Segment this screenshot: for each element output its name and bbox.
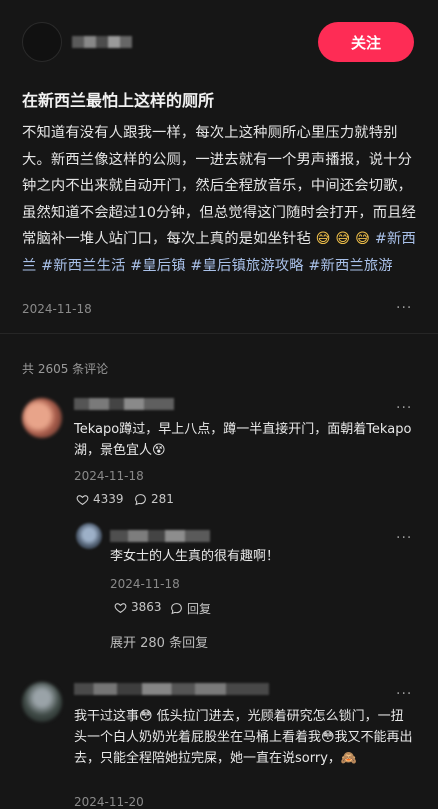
reply-avatar[interactable] <box>76 523 102 549</box>
comment-date: 2024-11-18 <box>74 469 144 483</box>
reply-more-icon[interactable]: ··· <box>396 530 412 546</box>
reply-label: 回复 <box>187 602 212 616</box>
like-button[interactable]: 3863 <box>114 600 162 614</box>
post-body-text: 不知道有没有人跟我一样，每次上这种厕所心里压力就特别大。新西兰像这样的公厕，一进… <box>22 125 417 247</box>
author-name-blurred[interactable] <box>72 36 132 48</box>
post-tag[interactable]: #新西兰生活 <box>41 258 125 274</box>
like-button[interactable]: 4339 <box>76 492 124 506</box>
reply-count: 281 <box>151 492 174 506</box>
heart-icon <box>114 602 127 613</box>
heart-icon <box>76 494 89 505</box>
post-title: 在新西兰最怕上这样的厕所 <box>22 91 215 110</box>
post-tag[interactable]: #皇后镇 <box>130 258 185 274</box>
comment-more-icon[interactable]: ··· <box>396 686 412 702</box>
comment-author-blurred[interactable] <box>74 683 269 695</box>
comment-author-blurred[interactable] <box>74 398 174 410</box>
post-tag[interactable]: #新西兰旅游 <box>308 258 392 274</box>
reply-button[interactable]: 回复 <box>170 600 211 617</box>
reply-date: 2024-11-18 <box>110 577 180 591</box>
reply-button[interactable]: 281 <box>134 492 174 506</box>
comment-bubble-icon <box>171 603 182 615</box>
post-emojis: 😅 😅 😅 <box>315 231 371 247</box>
comment-text: Tekapo蹲过，早上八点，蹲一半直接开门，面朝着Tekapo湖，景色宜人😵 <box>74 422 412 458</box>
post-header: 关注 <box>0 0 438 84</box>
comment-count: 共 2605 条评论 <box>22 362 109 376</box>
comment-date: 2024-11-20 <box>74 795 144 809</box>
post-more-icon[interactable]: ··· <box>396 300 412 316</box>
like-count: 4339 <box>93 492 124 506</box>
post-tag[interactable]: #皇后镇旅游攻略 <box>190 258 303 274</box>
expand-replies-button[interactable]: 展开 280 条回复 <box>110 632 208 651</box>
comment-text: 我干过这事😳 低头拉门进去，光顾着研究怎么锁门，一扭头一个白人奶奶光着屁股坐在马… <box>74 709 413 766</box>
divider <box>0 333 438 334</box>
author-avatar[interactable] <box>22 22 62 62</box>
post-body: 不知道有没有人跟我一样，每次上这种厕所心里压力就特别大。新西兰像这样的公厕，一进… <box>22 120 418 279</box>
comment-avatar[interactable] <box>22 398 62 438</box>
comment-more-icon[interactable]: ··· <box>396 400 412 416</box>
comment-avatar[interactable] <box>22 682 62 722</box>
like-count: 3863 <box>131 600 162 614</box>
comment-bubble-icon <box>135 493 146 505</box>
follow-button[interactable]: 关注 <box>318 22 414 62</box>
reply-author-blurred[interactable] <box>110 530 210 542</box>
post-date: 2024-11-18 <box>22 302 92 316</box>
reply-text: 李女士的人生真的很有趣啊！ <box>110 549 280 564</box>
